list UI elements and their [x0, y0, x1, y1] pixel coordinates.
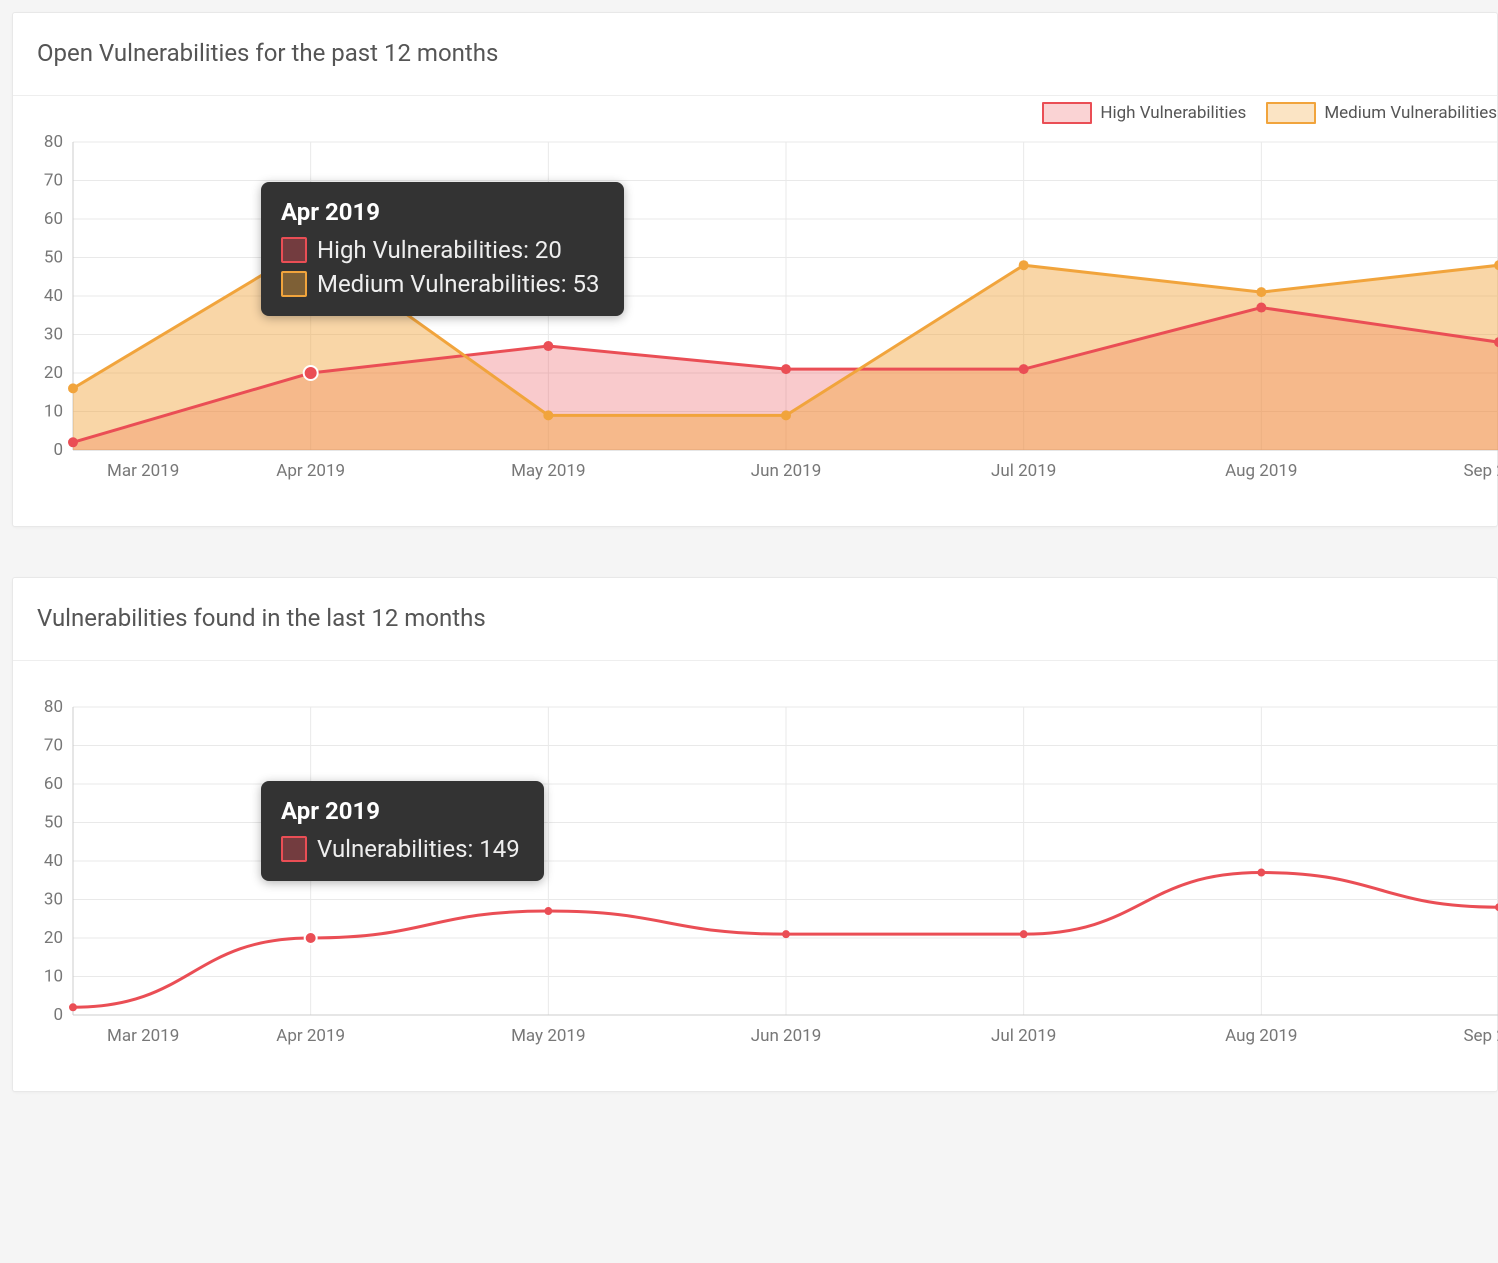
chart-open-vulnerabilities[interactable]: High Vulnerabilities Medium Vulnerabilit…: [13, 96, 1497, 526]
svg-text:Jul 2019: Jul 2019: [991, 1026, 1056, 1046]
svg-text:50: 50: [44, 248, 63, 268]
svg-text:30: 30: [44, 325, 63, 345]
svg-text:Jun 2019: Jun 2019: [751, 461, 822, 481]
svg-text:Sep 2019: Sep 2019: [1463, 461, 1498, 481]
svg-text:10: 10: [44, 402, 63, 422]
tooltip-title: Apr 2019: [281, 198, 600, 226]
svg-text:Jul 2019: Jul 2019: [991, 461, 1056, 481]
svg-text:80: 80: [44, 132, 63, 152]
panel-open-vulnerabilities: Open Vulnerabilities for the past 12 mon…: [12, 12, 1498, 527]
svg-text:Aug 2019: Aug 2019: [1225, 1026, 1297, 1046]
svg-text:0: 0: [53, 1005, 63, 1025]
svg-text:20: 20: [44, 363, 63, 383]
svg-text:70: 70: [44, 171, 63, 191]
panel-found-vulnerabilities: Vulnerabilities found in the last 12 mon…: [12, 577, 1498, 1092]
svg-text:May 2019: May 2019: [511, 461, 585, 481]
svg-text:Aug 2019: Aug 2019: [1225, 461, 1297, 481]
legend-swatch-medium: [1266, 102, 1316, 124]
svg-text:Mar 2019: Mar 2019: [107, 461, 179, 481]
svg-text:Apr 2019: Apr 2019: [276, 461, 345, 481]
chart-tooltip: Apr 2019 Vulnerabilities: 149: [261, 781, 544, 881]
chart-tooltip: Apr 2019 High Vulnerabilities: 20 Medium…: [261, 182, 624, 316]
tooltip-text-medium: Medium Vulnerabilities: 53: [317, 270, 600, 298]
svg-text:Mar 2019: Mar 2019: [107, 1026, 179, 1046]
svg-text:50: 50: [44, 813, 63, 833]
svg-text:0: 0: [53, 440, 63, 460]
tooltip-swatch-high: [281, 237, 307, 263]
svg-text:80: 80: [44, 697, 63, 717]
svg-text:Jun 2019: Jun 2019: [751, 1026, 822, 1046]
legend-item-medium[interactable]: Medium Vulnerabilities: [1266, 102, 1497, 124]
svg-text:10: 10: [44, 967, 63, 987]
svg-text:40: 40: [44, 286, 63, 306]
svg-text:70: 70: [44, 736, 63, 756]
tooltip-row-high: High Vulnerabilities: 20: [281, 236, 600, 264]
tooltip-row-vuln: Vulnerabilities: 149: [281, 835, 520, 863]
legend-label-high: High Vulnerabilities: [1100, 103, 1246, 123]
tooltip-text-vuln: Vulnerabilities: 149: [317, 835, 520, 863]
tooltip-swatch-medium: [281, 271, 307, 297]
svg-text:60: 60: [44, 774, 63, 794]
svg-text:20: 20: [44, 928, 63, 948]
legend-item-high[interactable]: High Vulnerabilities: [1042, 102, 1246, 124]
legend-label-medium: Medium Vulnerabilities: [1324, 103, 1497, 123]
chart-legend: High Vulnerabilities Medium Vulnerabilit…: [1042, 102, 1497, 124]
svg-text:30: 30: [44, 890, 63, 910]
panel-title: Vulnerabilities found in the last 12 mon…: [13, 578, 1497, 661]
svg-text:Apr 2019: Apr 2019: [276, 1026, 345, 1046]
tooltip-swatch-vuln: [281, 836, 307, 862]
legend-swatch-high: [1042, 102, 1092, 124]
svg-text:Sep 2019: Sep 2019: [1463, 1026, 1498, 1046]
svg-text:60: 60: [44, 209, 63, 229]
tooltip-title: Apr 2019: [281, 797, 520, 825]
tooltip-row-medium: Medium Vulnerabilities: 53: [281, 270, 600, 298]
panel-title: Open Vulnerabilities for the past 12 mon…: [13, 13, 1497, 96]
svg-text:40: 40: [44, 851, 63, 871]
chart-found-vulnerabilities[interactable]: 0 10 20 30 40 50 60 70 80 Mar 2019 Apr 2019 May 201…: [13, 661, 1497, 1091]
svg-text:May 2019: May 2019: [511, 1026, 585, 1046]
tooltip-text-high: High Vulnerabilities: 20: [317, 236, 562, 264]
